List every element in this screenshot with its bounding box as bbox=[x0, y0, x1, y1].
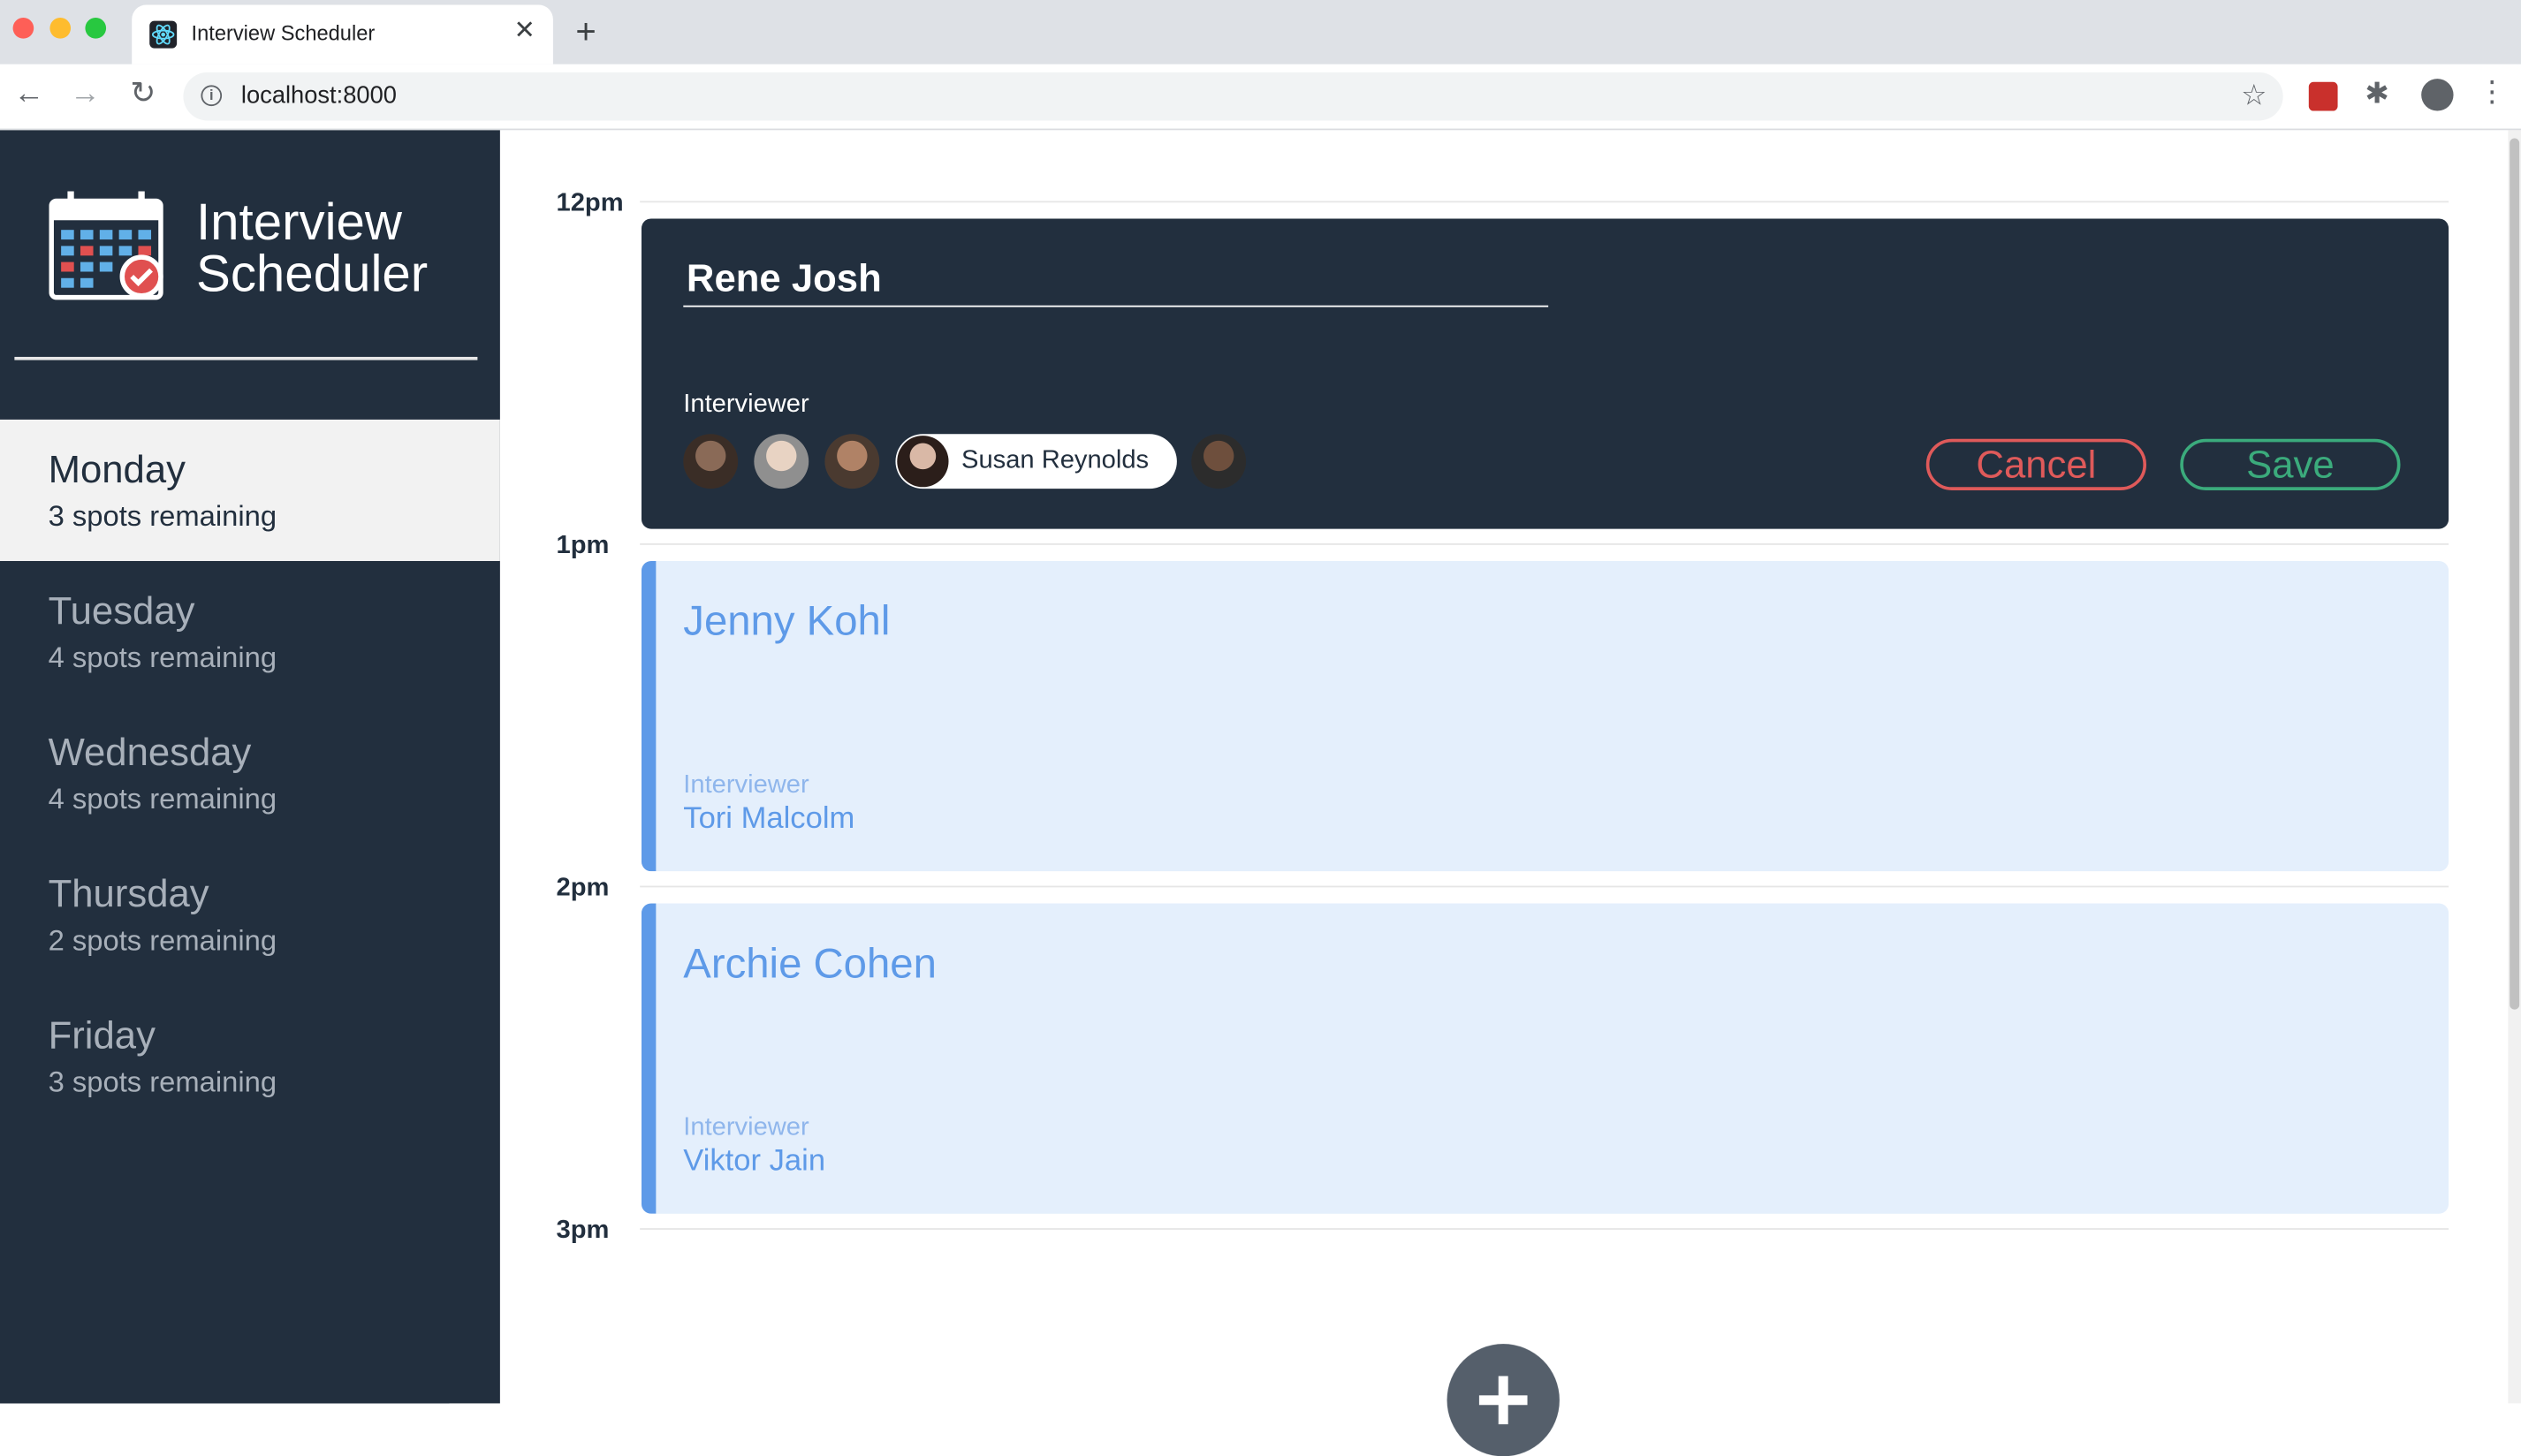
time-label-1pm: 1pm bbox=[556, 532, 610, 560]
day-spots: 3 spots remaining bbox=[48, 1065, 277, 1098]
student-name: Jenny Kohl bbox=[683, 596, 891, 645]
add-appointment-button[interactable] bbox=[1447, 1344, 1560, 1456]
app-logo-text: Interview Scheduler bbox=[196, 196, 428, 299]
day-name: Wednesday bbox=[48, 731, 252, 775]
day-item-tuesday[interactable]: Tuesday 4 spots remaining bbox=[0, 561, 500, 702]
tab-close-icon[interactable]: ✕ bbox=[514, 18, 535, 47]
day-item-friday[interactable]: Friday 3 spots remaining bbox=[0, 985, 500, 1126]
day-item-thursday[interactable]: Thursday 2 spots remaining bbox=[0, 844, 500, 985]
site-info-icon[interactable]: i bbox=[201, 85, 223, 107]
appointment-card[interactable]: Jenny Kohl Interviewer Tori Malcolm bbox=[641, 561, 2449, 872]
scrollbar-thumb[interactable] bbox=[2510, 138, 2520, 1010]
day-spots: 2 spots remaining bbox=[48, 924, 277, 957]
browser-tab[interactable]: Interview Scheduler ✕ bbox=[132, 4, 553, 64]
day-name: Thursday bbox=[48, 872, 209, 917]
reload-icon[interactable]: ↻ bbox=[125, 77, 161, 112]
interviewer-avatar[interactable] bbox=[683, 434, 739, 489]
appointment-form: Interviewer Susan Reynolds Cancel Save bbox=[641, 218, 2449, 529]
day-spots: 3 spots remaining bbox=[48, 499, 277, 533]
window-minimize-button[interactable] bbox=[49, 18, 72, 39]
day-spots: 4 spots remaining bbox=[48, 783, 277, 815]
sidebar-divider bbox=[14, 356, 478, 360]
bookmark-star-icon[interactable]: ☆ bbox=[2241, 79, 2267, 112]
browser-toolbar: ← → ↻ i localhost:8000 ☆ ✱ ⋮ bbox=[0, 64, 2521, 131]
time-divider bbox=[640, 885, 2449, 888]
student-name-input[interactable] bbox=[683, 254, 1549, 307]
time-divider bbox=[640, 1228, 2449, 1230]
schedule: 12pm Interviewer Susan Reynolds Cancel S… bbox=[501, 130, 2509, 1456]
extensions-puzzle-icon[interactable]: ✱ bbox=[2365, 77, 2388, 110]
window-close-button[interactable] bbox=[12, 18, 34, 39]
time-label-2pm: 2pm bbox=[556, 874, 610, 902]
calendar-logo-icon bbox=[49, 191, 168, 304]
day-item-monday[interactable]: Monday 3 spots remaining bbox=[0, 419, 500, 562]
day-name: Friday bbox=[48, 1014, 156, 1058]
time-divider bbox=[640, 542, 2449, 545]
profile-avatar-icon[interactable] bbox=[2421, 79, 2454, 111]
browser-tab-bar: Interview Scheduler ✕ + bbox=[0, 0, 2521, 64]
time-label-3pm: 3pm bbox=[556, 1217, 610, 1245]
react-favicon-icon bbox=[149, 20, 178, 49]
address-bar[interactable]: i localhost:8000 ☆ bbox=[183, 72, 2283, 121]
back-arrow-icon[interactable]: ← bbox=[11, 77, 47, 112]
logo-line-1: Interview bbox=[195, 193, 402, 251]
time-divider bbox=[640, 201, 2449, 203]
day-item-wednesday[interactable]: Wednesday 4 spots remaining bbox=[0, 702, 500, 844]
forward-arrow-icon[interactable]: → bbox=[67, 77, 103, 112]
selected-interviewer-avatar bbox=[897, 436, 949, 488]
day-name: Monday bbox=[48, 448, 186, 492]
interviewer-label: Interviewer bbox=[683, 1113, 809, 1141]
interviewer-name: Tori Malcolm bbox=[683, 801, 855, 837]
interviewer-avatar[interactable] bbox=[824, 434, 880, 489]
appointment-card[interactable]: Archie Cohen Interviewer Viktor Jain bbox=[641, 903, 2449, 1214]
student-name: Archie Cohen bbox=[683, 938, 937, 988]
tab-title: Interview Scheduler bbox=[191, 20, 376, 45]
new-tab-icon[interactable]: + bbox=[575, 12, 596, 52]
interviewer-name: Viktor Jain bbox=[683, 1144, 826, 1179]
interviewer-label: Interviewer bbox=[683, 771, 809, 800]
window-maximize-button[interactable] bbox=[85, 18, 107, 39]
time-label-12pm: 12pm bbox=[556, 189, 624, 217]
appointment-accent-stripe bbox=[641, 561, 657, 872]
cancel-button[interactable]: Cancel bbox=[1925, 438, 2147, 490]
app-root: Interview Scheduler ✕ + ← → ↻ i localhos… bbox=[0, 0, 2521, 1456]
interviewer-avatar[interactable] bbox=[1191, 434, 1247, 489]
interviewer-list-label: Interviewer bbox=[683, 391, 809, 419]
selected-interviewer-name: Susan Reynolds bbox=[961, 446, 1150, 474]
appointment-accent-stripe bbox=[641, 903, 657, 1214]
url-text: localhost:8000 bbox=[240, 81, 397, 110]
day-name: Tuesday bbox=[48, 589, 195, 633]
extension-icon[interactable] bbox=[2308, 81, 2338, 111]
save-button[interactable]: Save bbox=[2180, 438, 2401, 490]
browser-menu-icon[interactable]: ⋮ bbox=[2478, 76, 2507, 110]
interviewer-avatar[interactable] bbox=[754, 434, 809, 489]
selected-interviewer-item[interactable]: Susan Reynolds bbox=[895, 434, 1177, 489]
logo-line-2: Scheduler bbox=[195, 244, 429, 303]
day-spots: 4 spots remaining bbox=[48, 641, 277, 674]
sidebar: Interview Scheduler Monday 3 spots remai… bbox=[0, 130, 500, 1404]
